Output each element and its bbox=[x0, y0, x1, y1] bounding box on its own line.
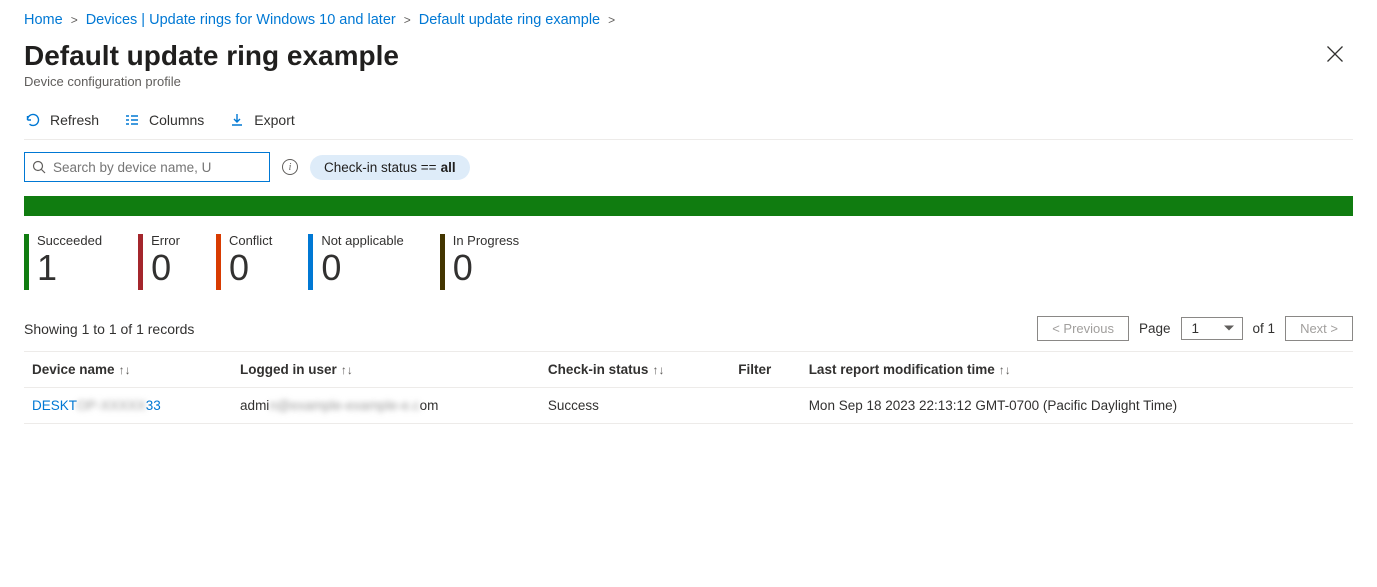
stat-conflict[interactable]: Conflict0 bbox=[216, 234, 272, 290]
stat-succeeded[interactable]: Succeeded1 bbox=[24, 234, 102, 290]
export-icon bbox=[228, 111, 246, 129]
pagination: < Previous Page 1 of 1 Next > bbox=[1037, 316, 1353, 341]
close-button[interactable] bbox=[1317, 40, 1353, 74]
stat-value: 0 bbox=[151, 248, 180, 288]
chip-value: all bbox=[441, 160, 456, 175]
stat-color-bar bbox=[24, 234, 29, 290]
stat-label: Succeeded bbox=[37, 234, 102, 248]
export-label: Export bbox=[254, 112, 294, 128]
stat-value: 1 bbox=[37, 248, 102, 288]
cell-user: admin@example-example-e.com bbox=[232, 388, 540, 424]
records-info: Showing 1 to 1 of 1 records bbox=[24, 321, 194, 337]
col-device-name[interactable]: Device name↑↓ bbox=[24, 352, 232, 388]
columns-button[interactable]: Columns bbox=[123, 111, 204, 129]
breadcrumb-home[interactable]: Home bbox=[24, 12, 63, 28]
status-stats: Succeeded1Error0Conflict0Not applicable0… bbox=[24, 234, 1353, 290]
search-input[interactable] bbox=[53, 160, 263, 175]
columns-label: Columns bbox=[149, 112, 204, 128]
close-icon bbox=[1325, 47, 1345, 69]
search-icon bbox=[31, 159, 47, 175]
stat-label: Conflict bbox=[229, 234, 272, 248]
columns-icon bbox=[123, 111, 141, 129]
sort-icon: ↑↓ bbox=[119, 363, 131, 377]
chevron-right-icon: > bbox=[71, 13, 78, 27]
toolbar: Refresh Columns Export bbox=[24, 111, 1353, 140]
results-table: Device name↑↓ Logged in user↑↓ Check-in … bbox=[24, 351, 1353, 424]
stat-in_progress[interactable]: In Progress0 bbox=[440, 234, 519, 290]
refresh-label: Refresh bbox=[50, 112, 99, 128]
breadcrumb-devices[interactable]: Devices | Update rings for Windows 10 an… bbox=[86, 12, 396, 28]
breadcrumb-profile[interactable]: Default update ring example bbox=[419, 12, 600, 28]
stat-color-bar bbox=[216, 234, 221, 290]
stat-not_applicable[interactable]: Not applicable0 bbox=[308, 234, 403, 290]
sort-icon: ↑↓ bbox=[999, 363, 1011, 377]
prev-button[interactable]: < Previous bbox=[1037, 316, 1129, 341]
col-checkin-status[interactable]: Check-in status↑↓ bbox=[540, 352, 730, 388]
cell-time: Mon Sep 18 2023 22:13:12 GMT-0700 (Pacif… bbox=[801, 388, 1353, 424]
info-icon[interactable]: i bbox=[282, 159, 298, 175]
stat-value: 0 bbox=[321, 248, 403, 288]
page-select[interactable]: 1 bbox=[1181, 317, 1243, 340]
search-input-wrap[interactable] bbox=[24, 152, 270, 182]
stat-label: Not applicable bbox=[321, 234, 403, 248]
page-label: Page bbox=[1139, 321, 1171, 336]
stat-value: 0 bbox=[453, 248, 519, 288]
page-of-label: of 1 bbox=[1253, 321, 1276, 336]
chevron-right-icon: > bbox=[404, 13, 411, 27]
stat-error[interactable]: Error0 bbox=[138, 234, 180, 290]
chip-label: Check-in status == bbox=[324, 160, 437, 175]
cell-status: Success bbox=[540, 388, 730, 424]
col-filter[interactable]: Filter bbox=[730, 352, 800, 388]
col-last-report-time[interactable]: Last report modification time↑↓ bbox=[801, 352, 1353, 388]
refresh-icon bbox=[24, 111, 42, 129]
checkin-status-filter-chip[interactable]: Check-in status == all bbox=[310, 155, 470, 180]
sort-icon: ↑↓ bbox=[341, 363, 353, 377]
next-button[interactable]: Next > bbox=[1285, 316, 1353, 341]
page-title: Default update ring example bbox=[24, 40, 399, 72]
device-link[interactable]: DESKTOP-XXXXX33 bbox=[32, 398, 161, 413]
stat-label: In Progress bbox=[453, 234, 519, 248]
stat-label: Error bbox=[151, 234, 180, 248]
status-progress-bar bbox=[24, 196, 1353, 216]
stat-color-bar bbox=[440, 234, 445, 290]
page-subtitle: Device configuration profile bbox=[24, 74, 399, 89]
stat-value: 0 bbox=[229, 248, 272, 288]
table-row: DESKTOP-XXXXX33 admin@example-example-e.c… bbox=[24, 388, 1353, 424]
export-button[interactable]: Export bbox=[228, 111, 294, 129]
breadcrumb: Home > Devices | Update rings for Window… bbox=[24, 12, 1353, 28]
stat-color-bar bbox=[308, 234, 313, 290]
sort-icon: ↑↓ bbox=[652, 363, 664, 377]
refresh-button[interactable]: Refresh bbox=[24, 111, 99, 129]
chevron-right-icon: > bbox=[608, 13, 615, 27]
cell-filter bbox=[730, 388, 800, 424]
stat-color-bar bbox=[138, 234, 143, 290]
col-logged-in-user[interactable]: Logged in user↑↓ bbox=[232, 352, 540, 388]
